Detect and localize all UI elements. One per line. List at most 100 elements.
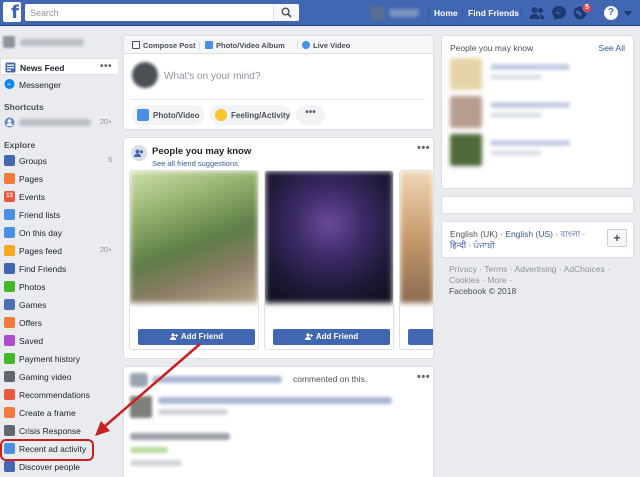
suggestion-row[interactable] (450, 96, 626, 130)
sidebar-item-payment-history[interactable]: Payment history (0, 350, 118, 367)
sidebar-item-on-this-day[interactable]: On this day (0, 224, 118, 241)
add-friend-button[interactable]: Add Friend (138, 329, 255, 345)
recent-ad-activity-highlight (0, 439, 94, 461)
add-friend-button[interactable] (408, 329, 433, 345)
feeling-activity-button[interactable]: Feeling/Activity (210, 105, 291, 125)
post-more-button[interactable]: ••• (417, 371, 430, 383)
account-menu-caret-icon[interactable] (624, 11, 632, 16)
group-shortcut-icon (4, 117, 15, 128)
sidebar-profile[interactable] (3, 35, 115, 49)
friend-requests-icon[interactable] (529, 5, 545, 21)
sidebar-item-games[interactable]: Games (0, 296, 118, 313)
games-icon (4, 299, 15, 310)
find-friends-link[interactable]: Find Friends (468, 8, 519, 18)
groups-icon (4, 155, 15, 166)
facebook-logo[interactable]: f (3, 2, 21, 22)
right-people-you-may-know: People you may know See All (441, 35, 634, 189)
footer-links[interactable]: Privacy · Terms · Advertising · AdChoice… (449, 264, 634, 286)
live-video-icon (302, 41, 310, 49)
photo-icon (137, 109, 149, 121)
on-this-day-icon (4, 227, 15, 238)
status-input[interactable]: What's on your mind? (164, 71, 260, 82)
recommendations-icon (4, 389, 15, 400)
sidebar-item-gaming-video[interactable]: Gaming video (0, 368, 118, 385)
sidebar-item-photos[interactable]: Photos (0, 278, 118, 295)
suggestion-mutual-blurred (490, 74, 542, 80)
tab-label: Compose Post (143, 41, 196, 50)
sidebar-item-shortcut[interactable]: 20+ (0, 114, 118, 131)
profile-shortcut[interactable] (371, 6, 423, 20)
post-time-blurred (158, 409, 228, 415)
messenger-icon[interactable] (551, 5, 567, 21)
pages-icon (4, 173, 15, 184)
post-activity-text: commented on this. (293, 374, 368, 384)
search-button[interactable] (273, 4, 299, 21)
pymk-title: People you may know (152, 146, 252, 157)
sidebar-item-pages[interactable]: Pages (0, 170, 118, 187)
sidebar-item-messenger[interactable]: Messenger (0, 76, 118, 93)
sidebar-item-recommendations[interactable]: Recommendations (0, 386, 118, 403)
sidebar-item-offers[interactable]: Offers (0, 314, 118, 331)
suggestion-row[interactable] (450, 58, 626, 92)
sidebar-item-create-a-frame[interactable]: Create a frame (0, 404, 118, 421)
nav-divider (521, 7, 522, 19)
suggestion-tile: Add Friend (264, 170, 394, 350)
composer-more-button[interactable]: ••• (296, 105, 325, 125)
more-languages-button[interactable]: + (607, 229, 627, 247)
button-label: Photo/Video (153, 111, 200, 120)
see-all-suggestions-link[interactable]: See all friend suggestions (152, 159, 238, 168)
avatar (450, 96, 482, 128)
sidebar-item-label: Photos (19, 282, 46, 292)
news-feed-more-button[interactable]: ••• (100, 61, 112, 72)
tab-compose-post[interactable]: Compose Post (132, 41, 196, 50)
add-friend-icon (304, 333, 313, 340)
suggestion-tile: Add Friend (129, 170, 259, 350)
pymk-more-button[interactable]: ••• (417, 142, 430, 154)
sidebar-item-label: Crisis Response (19, 426, 81, 436)
tab-divider (297, 41, 298, 50)
notification-count-badge: 5 (582, 3, 592, 13)
post-meta-blurred (130, 460, 182, 466)
tab-live-video[interactable]: Live Video (302, 41, 350, 50)
suggestion-tile (399, 170, 433, 350)
help-icon[interactable]: ? (604, 6, 618, 20)
photo-video-button[interactable]: Photo/Video (132, 105, 204, 125)
news-feed-icon (5, 62, 16, 73)
nav-divider (428, 7, 429, 19)
see-all-link[interactable]: See All (599, 43, 625, 53)
sidebar-item-groups[interactable]: Groups 5 (0, 152, 118, 169)
add-friend-button[interactable]: Add Friend (273, 329, 390, 345)
avatar (3, 36, 15, 48)
friend-lists-icon (4, 209, 15, 220)
profile-name-blurred (389, 9, 419, 17)
tab-label: Live Video (313, 41, 351, 50)
sidebar-item-pages-feed[interactable]: Pages feed 20+ (0, 242, 118, 259)
search-box (25, 4, 299, 21)
suggestion-row[interactable] (450, 134, 626, 168)
button-label: Feeling/Activity (231, 111, 291, 120)
sidebar-item-news-feed[interactable]: News Feed ••• (0, 58, 118, 75)
suggestion-photo[interactable] (400, 171, 433, 303)
suggestion-photo[interactable] (130, 171, 258, 303)
sidebar-item-crisis-response[interactable]: Crisis Response (0, 422, 118, 439)
tab-photo-video-album[interactable]: Photo/Video Album (205, 41, 285, 50)
suggestion-photo[interactable] (265, 171, 393, 303)
sidebar-item-saved[interactable]: Saved (0, 332, 118, 349)
nav-divider (462, 7, 463, 19)
suggestion-name-blurred (490, 102, 570, 108)
home-link[interactable]: Home (434, 8, 458, 18)
sidebar-item-events[interactable]: 13 Events (0, 188, 118, 205)
explore-heading: Explore (4, 140, 36, 150)
post-actors-blurred (152, 376, 282, 383)
sidebar-item-friend-lists[interactable]: Friend lists (0, 206, 118, 223)
shortcut-count: 20+ (100, 119, 112, 126)
avatar (450, 58, 482, 90)
saved-icon (4, 335, 15, 346)
search-input[interactable] (25, 4, 275, 21)
sidebar-item-find-friends[interactable]: Find Friends (0, 260, 118, 277)
avatar (371, 6, 385, 20)
suggestion-mutual-blurred (490, 112, 542, 118)
events-icon: 13 (4, 191, 15, 202)
sidebar-item-label: Pages feed (19, 246, 63, 256)
pencil-icon (132, 41, 140, 49)
